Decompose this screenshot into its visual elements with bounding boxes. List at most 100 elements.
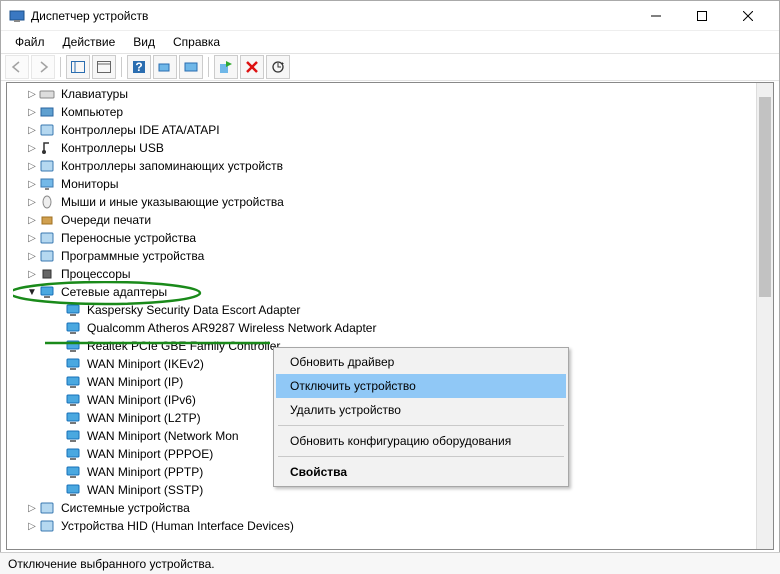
close-button[interactable] xyxy=(725,1,771,31)
tree-item-label: Мыши и иные указывающие устройства xyxy=(59,195,286,209)
tree-item[interactable]: ▷Клавиатуры xyxy=(7,85,756,103)
chevron-right-icon[interactable]: ▷ xyxy=(25,269,39,280)
network-icon xyxy=(65,338,81,354)
tree-item-label: Программные устройства xyxy=(59,249,206,263)
app-icon xyxy=(9,8,25,24)
tree-item[interactable]: Qualcomm Atheros AR9287 Wireless Network… xyxy=(7,319,756,337)
minimize-button[interactable] xyxy=(633,1,679,31)
network-icon xyxy=(65,482,81,498)
hid-icon xyxy=(39,518,55,534)
chevron-right-icon[interactable]: ▷ xyxy=(25,125,39,136)
chevron-right-icon[interactable]: ▷ xyxy=(25,107,39,118)
menu-file[interactable]: Файл xyxy=(7,33,53,51)
statusbar-text: Отключение выбранного устройства. xyxy=(8,557,215,571)
chevron-right-icon[interactable]: ▷ xyxy=(25,251,39,262)
tree-item-label: Kaspersky Security Data Escort Adapter xyxy=(85,303,302,317)
tree-item[interactable]: ▷Компьютер xyxy=(7,103,756,121)
computer-icon xyxy=(39,104,55,120)
tree-item-label: Контроллеры IDE ATA/ATAPI xyxy=(59,123,222,137)
network-icon xyxy=(65,446,81,462)
tree-item-label: WAN Miniport (L2TP) xyxy=(85,411,203,425)
keyboard-icon xyxy=(39,86,55,102)
chevron-down-icon[interactable]: ▼ xyxy=(25,287,39,298)
tree-item-label: Очереди печати xyxy=(59,213,153,227)
tree-item-label: WAN Miniport (IKEv2) xyxy=(85,357,206,371)
software-icon xyxy=(39,248,55,264)
vertical-scrollbar[interactable] xyxy=(756,83,773,549)
chevron-right-icon[interactable]: ▷ xyxy=(25,521,39,532)
network-icon xyxy=(65,464,81,480)
toolbar-monitor-button[interactable] xyxy=(179,55,203,79)
toolbar-uninstall-button[interactable] xyxy=(240,55,264,79)
chevron-right-icon[interactable]: ▷ xyxy=(25,179,39,190)
tree-item[interactable]: ▷ Процессоры xyxy=(7,265,756,283)
context-menu-separator xyxy=(278,456,564,457)
tree-item-label: Контроллеры USB xyxy=(59,141,166,155)
tree-item[interactable]: ▷ Контроллеры USB xyxy=(7,139,756,157)
tree-item[interactable]: ▷ Мониторы xyxy=(7,175,756,193)
toolbar-scan-button[interactable] xyxy=(153,55,177,79)
menu-help[interactable]: Справка xyxy=(165,33,228,51)
menubar: Файл Действие Вид Справка xyxy=(1,31,779,53)
cpu-icon xyxy=(39,266,55,282)
tree-item[interactable]: ▷ Мыши и иные указывающие устройства xyxy=(7,193,756,211)
chevron-right-icon[interactable]: ▷ xyxy=(25,233,39,244)
tree-item-label: WAN Miniport (IPv6) xyxy=(85,393,198,407)
tree-item[interactable]: ▷ Устройства HID (Human Interface Devices… xyxy=(7,517,756,535)
maximize-button[interactable] xyxy=(679,1,725,31)
chevron-right-icon[interactable]: ▷ xyxy=(25,89,39,100)
toolbar-help-button[interactable]: ? xyxy=(127,55,151,79)
menu-view[interactable]: Вид xyxy=(125,33,163,51)
tree-item[interactable]: ▼ Сетевые адаптеры xyxy=(7,283,756,301)
toolbar-properties-button[interactable] xyxy=(92,55,116,79)
toolbar-showall-button[interactable] xyxy=(66,55,90,79)
tree-item-label: Контроллеры запоминающих устройств xyxy=(59,159,285,173)
tree-item-label: Мониторы xyxy=(59,177,120,191)
context-menu[interactable]: Обновить драйверОтключить устройствоУдал… xyxy=(273,347,569,487)
tree-item-label: Сетевые адаптеры xyxy=(59,285,169,299)
network-icon xyxy=(65,392,81,408)
monitor-icon xyxy=(39,176,55,192)
tree-item[interactable]: ▷ Системные устройства xyxy=(7,499,756,517)
toolbar-enable-button[interactable] xyxy=(214,55,238,79)
chevron-right-icon[interactable]: ▷ xyxy=(25,161,39,172)
usb-icon xyxy=(39,140,55,156)
nav-fwd-button[interactable] xyxy=(31,55,55,79)
portable-icon xyxy=(39,230,55,246)
chevron-right-icon[interactable]: ▷ xyxy=(25,503,39,514)
tree-item[interactable]: ▷ Очереди печати xyxy=(7,211,756,229)
menu-action[interactable]: Действие xyxy=(55,33,124,51)
tree-item-label: Системные устройства xyxy=(59,501,192,515)
network-icon xyxy=(65,410,81,426)
tree-item[interactable]: Kaspersky Security Data Escort Adapter xyxy=(7,301,756,319)
tree-item[interactable]: ▷ Контроллеры IDE ATA/ATAPI xyxy=(7,121,756,139)
tree-item-label: WAN Miniport (IP) xyxy=(85,375,185,389)
context-menu-item[interactable]: Обновить драйвер xyxy=(276,350,566,374)
scrollbar-thumb[interactable] xyxy=(759,97,771,297)
tree-item[interactable]: ▷Переносные устройства xyxy=(7,229,756,247)
context-menu-item[interactable]: Обновить конфигурацию оборудования xyxy=(276,429,566,453)
context-menu-item[interactable]: Свойства xyxy=(276,460,566,484)
nav-back-button[interactable] xyxy=(5,55,29,79)
tree-item[interactable]: ▷ Контроллеры запоминающих устройств xyxy=(7,157,756,175)
svg-text:?: ? xyxy=(135,60,142,74)
network-icon xyxy=(39,284,55,300)
toolbar: ? xyxy=(1,53,779,81)
tree-item-label: Устройства HID (Human Interface Devices) xyxy=(59,519,296,533)
tree-item-label: WAN Miniport (SSTP) xyxy=(85,483,205,497)
context-menu-item[interactable]: Удалить устройство xyxy=(276,398,566,422)
chevron-right-icon[interactable]: ▷ xyxy=(25,215,39,226)
storage-icon xyxy=(39,158,55,174)
context-menu-item[interactable]: Отключить устройство xyxy=(276,374,566,398)
network-icon xyxy=(65,428,81,444)
toolbar-update-button[interactable] xyxy=(266,55,290,79)
tree-item-label: WAN Miniport (PPPOE) xyxy=(85,447,215,461)
network-icon xyxy=(65,374,81,390)
tree-item[interactable]: ▷ Программные устройства xyxy=(7,247,756,265)
chevron-right-icon[interactable]: ▷ xyxy=(25,143,39,154)
tree-item-label: Процессоры xyxy=(59,267,133,281)
chevron-right-icon[interactable]: ▷ xyxy=(25,197,39,208)
system-icon xyxy=(39,500,55,516)
mouse-icon xyxy=(39,194,55,210)
statusbar: Отключение выбранного устройства. xyxy=(0,552,780,574)
